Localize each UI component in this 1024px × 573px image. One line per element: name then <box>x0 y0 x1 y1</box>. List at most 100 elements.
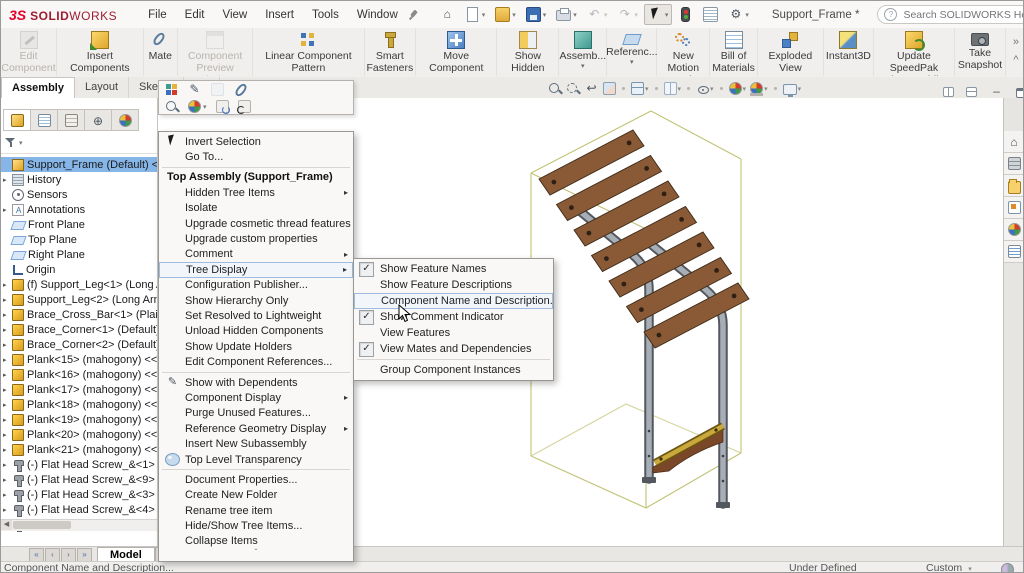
menu-insert[interactable]: Insert <box>256 2 303 28</box>
dropdown-icon[interactable]: ▾ <box>645 85 649 93</box>
expand-icon[interactable]: ▸ <box>3 341 12 349</box>
panel-tab-propertymanager-icon[interactable] <box>31 109 58 131</box>
ribbon-take-snapshot-button[interactable]: Take Snapshot <box>955 28 1006 76</box>
menu-item-reference-geometry-display[interactable]: Reference Geometry Display▸ <box>159 421 353 436</box>
expand-icon[interactable]: ▸ <box>3 281 12 289</box>
ribbon-instant3d-button[interactable]: Instant3D <box>824 28 874 76</box>
tree-item[interactable]: ▸Brace_Corner<1> (Default) < <box>1 322 157 337</box>
panel-tab-displaymanager-icon[interactable] <box>112 109 139 131</box>
new-window-icon-button[interactable] <box>938 85 959 99</box>
task-pane-tab-file-explorer-icon[interactable] <box>1004 175 1024 197</box>
tree-item[interactable]: ▸(f) Support_Leg<1> (Long Arm <box>1 277 157 292</box>
undo-icon-button[interactable]: ↶▾ <box>583 4 612 25</box>
dropdown-icon[interactable]: ▾ <box>743 85 747 93</box>
ribbon-assemb--button[interactable]: Assemb...▾ <box>559 28 607 76</box>
menu-item-isolate[interactable]: Isolate <box>159 201 353 216</box>
dropdown-icon[interactable]: ▾ <box>543 11 547 19</box>
ribbon-update-speedpak-subassemblies-button[interactable]: Update SpeedPak Subassemblies <box>874 28 955 76</box>
menu-item-upgrade-custom-properties[interactable]: Upgrade custom properties <box>159 231 353 246</box>
menu-item-show-feature-names[interactable]: ✓Show Feature Names <box>354 261 553 277</box>
menu-item-group-component-instances[interactable]: Group Component Instances <box>354 362 553 378</box>
tree-item[interactable]: ▸Annotations <box>1 202 157 217</box>
temporary-fix-icon-button[interactable] <box>216 100 229 113</box>
file-properties-icon-button[interactable] <box>699 4 722 25</box>
menu-item-top-level-transparency[interactable]: Top Level Transparency <box>159 452 353 467</box>
ribbon-show-hidden-components-button[interactable]: Show Hidden Components <box>497 28 559 76</box>
tree-item[interactable]: ▸Plank<20> (mahogony) <<ma <box>1 427 157 442</box>
task-pane-tab-view-palette-icon[interactable] <box>1004 197 1024 219</box>
minimize-icon-button[interactable]: – <box>984 82 1009 101</box>
dropdown-icon[interactable]: ▾ <box>604 11 608 19</box>
dropdown-icon[interactable]: ▾ <box>455 76 459 77</box>
dropdown-icon[interactable]: ▾ <box>203 103 207 111</box>
help-search-box[interactable]: ? ▾ <box>877 5 1024 24</box>
menu-item-comment[interactable]: Comment▸ <box>159 247 353 262</box>
filter-dropdown-icon[interactable]: ▾ <box>19 139 23 147</box>
dropdown-icon[interactable]: ▾ <box>745 11 749 19</box>
menu-view[interactable]: View <box>214 2 257 28</box>
menu-item-upgrade-cosmetic-thread-features[interactable]: Upgrade cosmetic thread features <box>159 216 353 231</box>
tree-item[interactable]: ▸History <box>1 172 157 187</box>
ribbon-bill-of-materials-button[interactable]: Bill of Materials <box>710 28 758 76</box>
menu-item-show-update-holders[interactable]: Show Update Holders <box>159 339 353 354</box>
task-pane-tab-design-library-icon[interactable] <box>1004 153 1024 175</box>
open-icon-button[interactable]: ▾ <box>491 4 520 25</box>
menu-item-configuration-publisher[interactable]: Configuration Publisher... <box>159 278 353 293</box>
expand-icon[interactable]: ▸ <box>3 311 12 319</box>
hide-show-items-icon-button[interactable]: ▾ <box>696 82 714 95</box>
tree-filter-row[interactable]: ▾ <box>1 133 157 154</box>
apply-scene-icon-button[interactable]: ▾ <box>750 82 768 95</box>
ribbon-mate-button[interactable]: Mate <box>144 28 178 76</box>
edit-appearance-icon-button[interactable]: ▾ <box>729 82 747 95</box>
expand-icon[interactable]: ▸ <box>3 401 12 409</box>
menu-item-go-to[interactable]: Go To... <box>159 149 353 164</box>
tree-item[interactable]: ▸(-) Flat Head Screw_&<1> (1) <box>1 457 157 472</box>
menu-item-edit-component-references[interactable]: Edit Component References... <box>159 354 353 369</box>
tree-item[interactable]: Support_Frame (Default) <mahog <box>1 157 157 172</box>
ribbon-smart-fasteners-button[interactable]: Smart Fasteners <box>365 28 417 76</box>
expand-icon[interactable]: ▸ <box>3 371 12 379</box>
menu-item-purge-unused-features[interactable]: Purge Unused Features... <box>159 406 353 421</box>
split-view-icon-button[interactable] <box>961 85 982 99</box>
options-icon-button[interactable]: ⚙▾ <box>724 4 753 25</box>
menu-item-insert-new-subassembly[interactable]: Insert New Subassembly <box>159 436 353 451</box>
panel-tab-configurationmanager-icon[interactable] <box>58 109 85 131</box>
scroll-left-icon[interactable]: ◀ <box>1 520 12 530</box>
zoom-to-selection-icon-button[interactable] <box>165 100 179 114</box>
task-pane-tab-custom-properties-icon[interactable] <box>1004 241 1024 263</box>
tree-horizontal-scrollbar[interactable]: ◀ <box>1 519 157 531</box>
tab-nav-last-button[interactable]: » <box>77 548 92 562</box>
expand-icon[interactable]: ▸ <box>3 296 12 304</box>
task-pane-tab-appearances-icon[interactable] <box>1004 219 1024 241</box>
tab-layout[interactable]: Layout <box>75 77 129 98</box>
zoom-to-area-icon-button[interactable] <box>566 82 580 96</box>
tree-item[interactable]: ▸Plank<16> (mahogony) <<ma <box>1 367 157 382</box>
expand-icon[interactable]: ▸ <box>3 476 12 484</box>
tree-item[interactable]: ▸Plank<19> (mahogony) <<ma <box>1 412 157 427</box>
display-style-icon-button[interactable]: ▾ <box>664 82 682 95</box>
print-icon-button[interactable]: ▾ <box>552 5 581 24</box>
menu-item-show-with-dependents[interactable]: ✎Show with Dependents <box>159 375 353 390</box>
menu-item-top-assembly-support-frame[interactable]: Top Assembly (Support_Frame) <box>159 170 353 185</box>
tree-item[interactable]: ▸(-) Flat Head Screw_&<9> (1) <box>1 472 157 487</box>
menu-item-view-mates-and-dependencies[interactable]: ✓View Mates and Dependencies <box>354 341 553 357</box>
zoom-to-fit-icon-button[interactable] <box>548 82 562 96</box>
menu-item-show-feature-descriptions[interactable]: Show Feature Descriptions <box>354 277 553 293</box>
mate-icon-button[interactable] <box>233 82 248 97</box>
appearance-icon-button[interactable]: ▾ <box>188 100 207 113</box>
menu-item-rename-tree-item[interactable]: Rename tree item <box>159 503 353 518</box>
menu-item-document-properties[interactable]: Document Properties... <box>159 472 353 487</box>
section-view-icon-button[interactable] <box>603 82 616 95</box>
tab-nav-first-button[interactable]: « <box>29 548 44 562</box>
tree-item[interactable]: ▸Brace_Cross_Bar<1> (Plain) < <box>1 307 157 322</box>
view-settings-icon-button[interactable]: ▾ <box>783 83 802 95</box>
select-icon-button[interactable]: ▾ <box>644 4 673 25</box>
menu-item-show-hierarchy-only[interactable]: Show Hierarchy Only <box>159 293 353 308</box>
ribbon-overflow[interactable]: » ^ <box>1013 34 1019 69</box>
expand-icon[interactable]: ▸ <box>3 326 12 334</box>
expand-icon[interactable]: ▸ <box>3 431 12 439</box>
menu-item-set-resolved-to-lightweight[interactable]: Set Resolved to Lightweight <box>159 308 353 323</box>
expand-icon[interactable]: ▸ <box>3 356 12 364</box>
ribbon-move-component-button[interactable]: Move Component▾ <box>416 28 497 76</box>
ribbon-referenc--button[interactable]: Referenc...▾ <box>607 28 657 76</box>
